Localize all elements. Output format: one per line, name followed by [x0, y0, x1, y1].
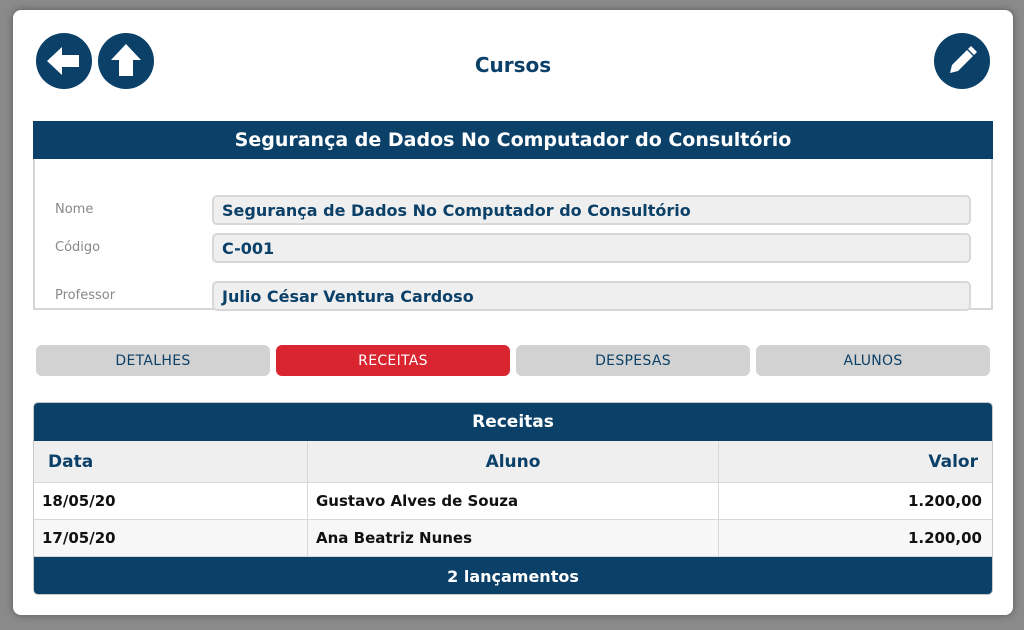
- column-header-valor[interactable]: Valor: [719, 441, 992, 482]
- nome-label: Nome: [55, 202, 94, 217]
- professor-label: Professor: [55, 288, 116, 303]
- edit-button[interactable]: [934, 33, 990, 89]
- page-title: Cursos: [474, 53, 552, 77]
- tab-detalhes[interactable]: DETALHES: [36, 345, 270, 376]
- cell-valor: 1.200,00: [907, 492, 982, 510]
- codigo-label: Código: [55, 240, 101, 255]
- table-body: 18/05/20 Gustavo Alves de Souza 1.200,00…: [34, 483, 992, 557]
- professor-field[interactable]: Julio César Ventura Cardoso: [212, 281, 971, 311]
- course-heading: Segurança de Dados No Computador do Cons…: [33, 121, 993, 159]
- table-header: Data Aluno Valor: [34, 441, 992, 483]
- table-row[interactable]: 18/05/20 Gustavo Alves de Souza 1.200,00: [34, 483, 992, 520]
- cell-valor: 1.200,00: [907, 529, 982, 547]
- column-header-aluno[interactable]: Aluno: [308, 441, 719, 482]
- nome-field[interactable]: Segurança de Dados No Computador do Cons…: [212, 195, 971, 225]
- app-window: Cursos Segurança de Dados No Computador …: [13, 10, 1013, 615]
- table-row[interactable]: 17/05/20 Ana Beatriz Nunes 1.200,00: [34, 520, 992, 557]
- codigo-field[interactable]: C-001: [212, 233, 971, 263]
- tab-alunos[interactable]: ALUNOS: [756, 345, 990, 376]
- cell-data: 17/05/20: [34, 520, 308, 556]
- pencil-icon: [950, 46, 977, 73]
- tab-receitas[interactable]: RECEITAS: [276, 345, 510, 376]
- column-header-data[interactable]: Data: [34, 441, 308, 482]
- cell-aluno: Ana Beatriz Nunes: [308, 520, 719, 556]
- tab-bar: DETALHES RECEITAS DESPESAS ALUNOS: [36, 345, 990, 376]
- receitas-table: Receitas Data Aluno Valor 18/05/20 Gusta…: [33, 402, 993, 595]
- course-info-panel: Segurança de Dados No Computador do Cons…: [33, 121, 993, 311]
- receitas-title: Receitas: [34, 403, 992, 441]
- table-footer-count: 2 lançamentos: [34, 557, 992, 594]
- tab-despesas[interactable]: DESPESAS: [516, 345, 750, 376]
- cell-data: 18/05/20: [34, 483, 308, 519]
- cell-aluno: Gustavo Alves de Souza: [308, 483, 719, 519]
